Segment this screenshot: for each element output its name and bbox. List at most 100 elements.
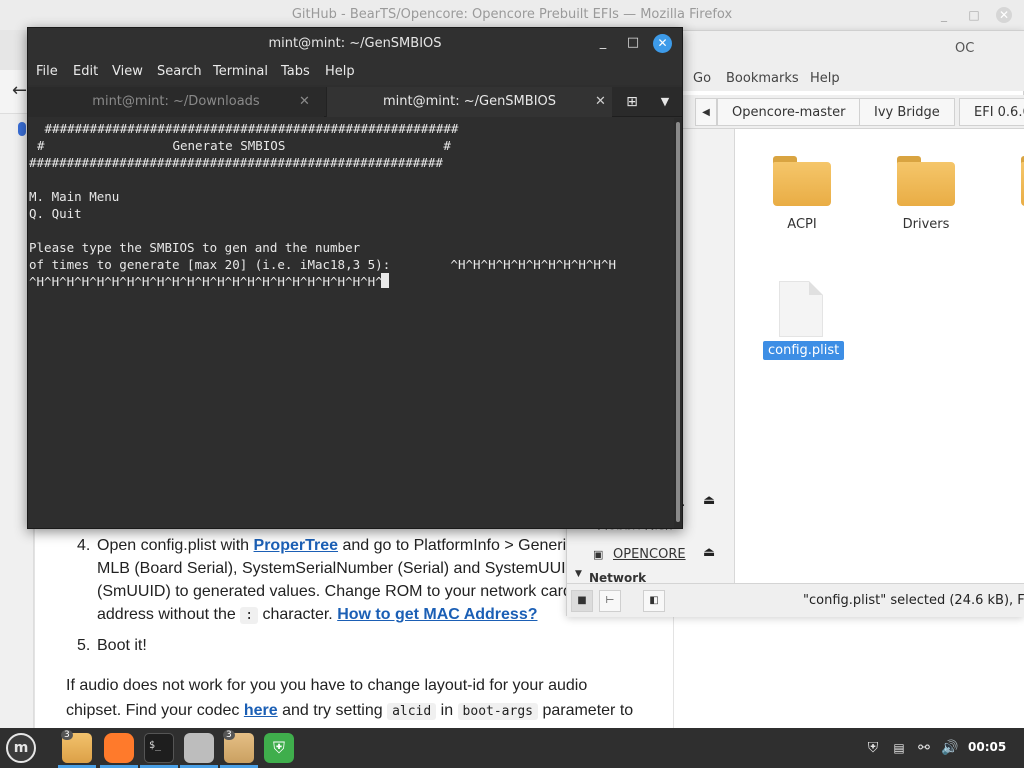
tab-list-dropdown-icon[interactable]: ▼: [658, 93, 672, 111]
close-icon[interactable]: ✕: [996, 7, 1012, 23]
step4-text: (SmUUID) to generated values. Change ROM…: [97, 583, 572, 600]
terminal-line: ########################################…: [29, 155, 443, 170]
terminal-icon[interactable]: $_: [144, 733, 174, 763]
shield-tray-icon[interactable]: ⛨: [864, 739, 882, 757]
eject-icon[interactable]: ⏏: [703, 493, 715, 508]
step4-text: and go to PlatformInfo > Generi: [338, 537, 567, 554]
terminal-menubar: File Edit View Search Terminal Tabs Help: [28, 59, 682, 85]
maximize-icon[interactable]: □: [624, 34, 642, 52]
terminal-line: ^H^H^H^H^H^H^H^H^H^H^H^H^H^H^H^H^H^H^H^H…: [29, 274, 384, 289]
item-config-plist-label[interactable]: config.plist: [763, 341, 845, 360]
disk-utility-icon[interactable]: [184, 733, 214, 763]
terminal-tab-bar: mint@mint: ~/Downloads ✕ mint@mint: ~/Ge…: [28, 87, 682, 117]
path-ivy-bridge[interactable]: Ivy Bridge: [859, 98, 955, 126]
list-number: 5.: [77, 637, 91, 654]
tab-label: mint@mint: ~/GenSMBIOS: [382, 94, 557, 109]
colon-code: :: [240, 607, 259, 624]
firefox-icon[interactable]: [104, 733, 134, 763]
tab-close-icon[interactable]: ✕: [595, 87, 606, 117]
step5-text: Boot it!: [97, 637, 147, 654]
update-manager-shield-icon[interactable]: ⛨: [264, 733, 294, 763]
window-count-badge: 3: [61, 730, 73, 740]
clock[interactable]: 00:05: [968, 740, 1006, 754]
sidebar-network-header: Network: [589, 571, 647, 583]
propertree-link[interactable]: ProperTree: [254, 537, 338, 554]
window-count-badge: 3: [223, 730, 235, 740]
terminal-line: Please type the SMBIOS to gen and the nu…: [29, 240, 361, 255]
expand-arrow-icon[interactable]: ▼: [575, 569, 582, 579]
step4-text: MLB (Board Serial), SystemSerialNumber (…: [97, 560, 566, 577]
path-opencore-master[interactable]: Opencore-master: [717, 98, 861, 126]
document-icon[interactable]: [779, 281, 823, 337]
network-tray-icon[interactable]: ⚯: [915, 739, 933, 757]
mac-address-link[interactable]: How to get MAC Address?: [337, 606, 537, 623]
scrollbar-thumb[interactable]: [676, 122, 680, 522]
list-number: 4.: [77, 537, 91, 554]
terminal-cursor: [381, 273, 389, 290]
toggle-sidebar-icon[interactable]: ◧: [643, 590, 665, 612]
tab-label: mint@mint: ~/Downloads: [92, 94, 260, 109]
step4-text: character.: [258, 606, 338, 623]
volume-tray-icon[interactable]: 🔊: [941, 739, 959, 757]
path-efi[interactable]: EFI 0.6.6: [959, 98, 1024, 126]
item-acpi-label[interactable]: ACPI: [752, 217, 852, 232]
paragraph-text: parameter to: [538, 702, 634, 719]
alcid-code: alcid: [387, 703, 437, 720]
menu-terminal[interactable]: Terminal: [213, 64, 268, 79]
tab-gensmbios[interactable]: mint@mint: ~/GenSMBIOS: [326, 87, 612, 117]
close-icon[interactable]: ✕: [653, 34, 672, 53]
status-bar: ■ ⊢ ◧ "config.plist" selected (24.6 kB),…: [567, 583, 1024, 617]
menu-help[interactable]: Help: [325, 64, 355, 79]
folder-icon[interactable]: [897, 156, 955, 206]
list-item-step-5: 5. Boot it!: [77, 634, 657, 657]
maximize-icon[interactable]: □: [966, 7, 982, 23]
terminal-line: of times to generate [max 20] (i.e. iMac…: [29, 257, 616, 272]
item-drivers-label[interactable]: Drivers: [876, 217, 976, 232]
menu-go[interactable]: Go: [693, 71, 711, 86]
boot-args-code: boot-args: [457, 703, 538, 720]
terminal-line: ########################################…: [37, 121, 459, 136]
terminal-window: mint@mint: ~/GenSMBIOS _ □ ✕ File Edit V…: [27, 27, 683, 529]
back-arrow-icon[interactable]: ←: [12, 80, 27, 101]
new-tab-icon[interactable]: ⊞: [623, 93, 641, 111]
menu-tabs[interactable]: Tabs: [281, 64, 310, 79]
places-view-icon[interactable]: ■: [571, 590, 593, 612]
menu-help[interactable]: Help: [810, 71, 840, 86]
path-scroll-left-icon[interactable]: ◀: [695, 98, 717, 126]
codec-here-link[interactable]: here: [244, 702, 278, 719]
terminal-title: mint@mint: ~/GenSMBIOS: [28, 28, 682, 59]
paragraph-text: chipset. Find your codec: [66, 702, 244, 719]
sidebar-indicator-icon: [18, 122, 26, 136]
step4-text: address without the: [97, 606, 241, 623]
folder-icon[interactable]: [773, 156, 831, 206]
menu-search[interactable]: Search: [157, 64, 202, 79]
terminal-line: # Generate SMBIOS #: [37, 138, 451, 153]
firefox-titlebar: GitHub - BearTS/Opencore: Opencore Prebu…: [0, 0, 1024, 30]
taskbar: m 3 $_ 3 ⛨ ⛨ ▤ ⚯ 🔊 00:05: [0, 728, 1024, 768]
terminal-line: M. Main Menu: [29, 189, 120, 204]
terminal-output[interactable]: ########################################…: [28, 118, 674, 528]
clipboard-tray-icon[interactable]: ▤: [890, 739, 908, 757]
tab-downloads[interactable]: mint@mint: ~/Downloads: [28, 87, 324, 117]
terminal-scrollbar[interactable]: [674, 118, 682, 528]
step4-text: Open config.plist with: [97, 537, 254, 554]
eject-icon[interactable]: ⏏: [703, 545, 715, 560]
tab-close-icon[interactable]: ✕: [299, 87, 310, 117]
sidebar-opencore-volume[interactable]: OPENCORE: [613, 547, 686, 562]
terminal-line: Q. Quit: [29, 206, 82, 221]
paragraph-text: and try setting: [277, 702, 388, 719]
mint-menu-icon[interactable]: m: [6, 733, 36, 763]
menu-bookmarks[interactable]: Bookmarks: [726, 71, 799, 86]
paragraph-text: If audio does not work for you you have …: [66, 677, 588, 694]
status-text: "config.plist" selected (24.6 kB), Free: [803, 593, 1024, 608]
firefox-window-title: GitHub - BearTS/Opencore: Opencore Prebu…: [291, 7, 733, 22]
menu-view[interactable]: View: [112, 64, 143, 79]
tree-view-icon[interactable]: ⊢: [599, 590, 621, 612]
drive-icon: ▣: [593, 548, 604, 561]
paragraph-text: in: [436, 702, 458, 719]
minimize-icon[interactable]: _: [936, 7, 952, 23]
minimize-icon[interactable]: _: [594, 34, 612, 52]
audio-paragraph: If audio does not work for you you have …: [66, 673, 666, 724]
menu-edit[interactable]: Edit: [73, 64, 98, 79]
menu-file[interactable]: File: [36, 64, 58, 79]
